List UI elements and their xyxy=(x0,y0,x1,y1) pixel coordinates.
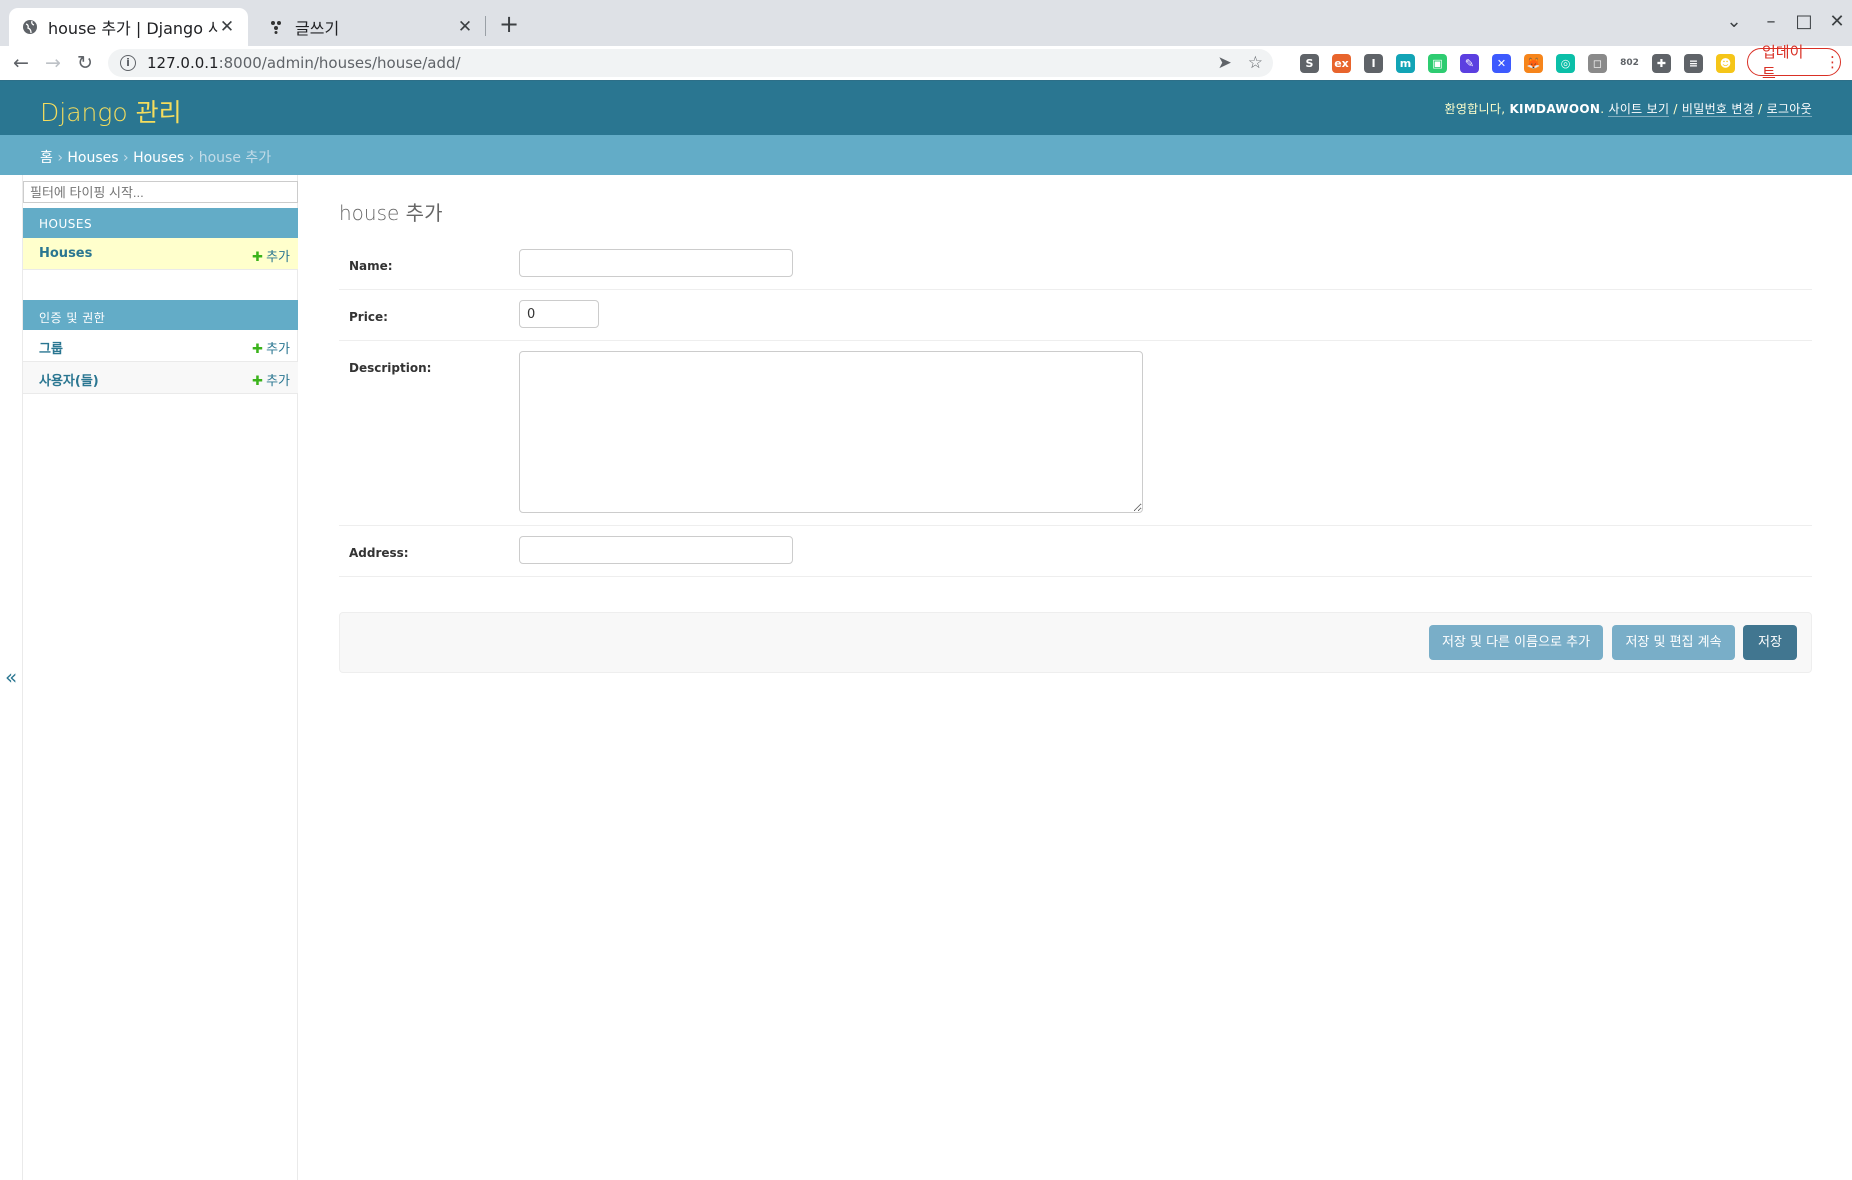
address-bar[interactable]: i 127.0.0.1:8000/admin/houses/house/add/… xyxy=(108,49,1273,77)
extension-icon[interactable]: ✚ xyxy=(1652,54,1671,73)
save-as-new-button[interactable]: 저장 및 다른 이름으로 추가 xyxy=(1429,625,1603,660)
breadcrumb-home[interactable]: 홈 xyxy=(40,150,53,166)
sidebar-item-groups[interactable]: 그룹 ✚ 추가 xyxy=(23,330,298,362)
logout-link[interactable]: 로그아웃 xyxy=(1766,102,1812,117)
name-label: Name: xyxy=(349,259,393,273)
address-label: Address: xyxy=(349,546,409,560)
price-field[interactable] xyxy=(519,300,599,328)
update-button[interactable]: 업데이트 ⋮ xyxy=(1747,43,1841,82)
nav-filter-input[interactable] xyxy=(23,181,298,203)
tab-write[interactable]: 글쓰기 ✕ xyxy=(256,8,486,46)
extension-icon[interactable]: ex xyxy=(1332,54,1351,73)
app-caption-auth[interactable]: 인증 및 권한 xyxy=(23,300,298,330)
view-site-link[interactable]: 사이트 보기 xyxy=(1608,102,1670,117)
reload-icon[interactable]: ↻ xyxy=(73,50,97,76)
star-icon[interactable]: ☆ xyxy=(1248,53,1263,73)
close-icon[interactable]: ✕ xyxy=(218,17,236,37)
add-link[interactable]: ✚ 추가 xyxy=(252,338,290,357)
username: KIMDAWOON xyxy=(1509,102,1601,116)
extension-icon[interactable]: S xyxy=(1300,54,1319,73)
forward-icon[interactable]: → xyxy=(41,50,65,76)
omnibox-actions: ➤ ☆ xyxy=(1218,53,1264,73)
model-link[interactable]: 그룹 xyxy=(39,342,63,357)
extension-icon[interactable]: ✎ xyxy=(1460,54,1479,73)
app-caption-houses[interactable]: HOUSES xyxy=(23,208,298,238)
submit-row: 저장 및 다른 이름으로 추가 저장 및 편집 계속 저장 xyxy=(339,612,1812,673)
send-icon[interactable]: ➤ xyxy=(1218,53,1232,73)
extension-icon[interactable]: ▣ xyxy=(1428,54,1447,73)
breadcrumb-model[interactable]: Houses xyxy=(133,150,184,166)
admin-header: Django 관리 환영합니다, KIMDAWOON. 사이트 보기 / 비밀번… xyxy=(0,80,1852,135)
update-label: 업데이트 xyxy=(1762,43,1804,82)
dots-icon xyxy=(268,19,285,36)
tab-house-add[interactable]: house 추가 | Django 사이트 ✕ xyxy=(9,8,248,46)
extension-icon[interactable]: ◎ xyxy=(1556,54,1575,73)
maximize-button[interactable]: □ xyxy=(1792,10,1816,34)
kebab-menu-icon[interactable]: ⋮ xyxy=(1825,53,1840,71)
window-close-button[interactable]: ✕ xyxy=(1825,10,1849,34)
tab-title: 글쓰기 xyxy=(295,19,340,38)
sidebar-item-houses[interactable]: Houses ✚ 추가 xyxy=(23,238,298,270)
address-field[interactable] xyxy=(519,536,793,564)
plus-icon: ✚ xyxy=(252,342,264,357)
url-text: 127.0.0.1:8000/admin/houses/house/add/ xyxy=(147,54,461,72)
site-info-icon[interactable]: i xyxy=(120,55,136,71)
browser-toolbar: ← → ↻ i 127.0.0.1:8000/admin/houses/hous… xyxy=(0,46,1852,80)
extension-icon[interactable]: 🦊 xyxy=(1524,54,1543,73)
form-row-price: Price: xyxy=(339,290,1812,341)
close-icon[interactable]: ✕ xyxy=(456,17,474,37)
plus-icon: ✚ xyxy=(252,250,264,265)
tab-title: house 추가 | Django 사이트 xyxy=(48,19,218,38)
tab-separator xyxy=(485,16,486,36)
extension-icon[interactable]: ≡ xyxy=(1684,54,1703,73)
new-tab-button[interactable]: + xyxy=(499,12,519,36)
save-continue-button[interactable]: 저장 및 편집 계속 xyxy=(1612,625,1735,660)
change-password-link[interactable]: 비밀번호 변경 xyxy=(1681,102,1755,117)
form-row-description: Description: xyxy=(339,341,1812,526)
globe-icon xyxy=(21,19,38,36)
user-tools: 환영합니다, KIMDAWOON. 사이트 보기 / 비밀번호 변경 / 로그아… xyxy=(1444,102,1812,117)
form-row-address: Address: xyxy=(339,526,1812,577)
breadcrumb: 홈 › Houses › Houses › house 추가 xyxy=(0,135,1852,175)
nav-sidebar: HOUSES Houses ✚추가 인증 및 권한 그룹 ✚추가 사용자(들) … xyxy=(22,175,298,1180)
back-icon[interactable]: ← xyxy=(9,50,33,76)
extension-icon[interactable]: 802 xyxy=(1620,54,1639,73)
extension-icon[interactable]: m xyxy=(1396,54,1415,73)
breadcrumb-app[interactable]: Houses xyxy=(67,150,118,166)
description-label: Description: xyxy=(349,361,432,375)
add-link[interactable]: ✚ 추가 xyxy=(252,370,290,389)
extension-icon[interactable]: ☻ xyxy=(1716,54,1735,73)
form-row-name: Name: xyxy=(339,239,1812,290)
model-link[interactable]: Houses xyxy=(39,246,92,261)
sidebar-collapse-button[interactable]: « xyxy=(5,665,17,689)
add-link[interactable]: ✚ 추가 xyxy=(252,246,290,265)
plus-icon: ✚ xyxy=(252,374,264,389)
price-label: Price: xyxy=(349,310,388,324)
browser-tabstrip: house 추가 | Django 사이트 ✕ 글쓰기 ✕ + ⌄ – □ ✕ xyxy=(0,0,1852,46)
save-button[interactable]: 저장 xyxy=(1743,625,1797,660)
breadcrumb-current: house 추가 xyxy=(198,150,272,166)
description-field[interactable] xyxy=(519,351,1143,513)
minimize-button[interactable]: – xyxy=(1759,10,1783,34)
model-link[interactable]: 사용자(들) xyxy=(39,374,99,389)
sidebar-item-users[interactable]: 사용자(들) ✚ 추가 xyxy=(23,362,298,394)
extension-icon[interactable]: ✕ xyxy=(1492,54,1511,73)
name-field[interactable] xyxy=(519,249,793,277)
extension-icon[interactable]: ◻ xyxy=(1588,54,1607,73)
tab-search-icon[interactable]: ⌄ xyxy=(1722,10,1746,34)
extension-icon[interactable]: I xyxy=(1364,54,1383,73)
welcome-text: 환영합니다, xyxy=(1444,102,1506,116)
site-branding[interactable]: Django 관리 xyxy=(40,93,182,129)
page-title: house 추가 xyxy=(339,201,443,225)
